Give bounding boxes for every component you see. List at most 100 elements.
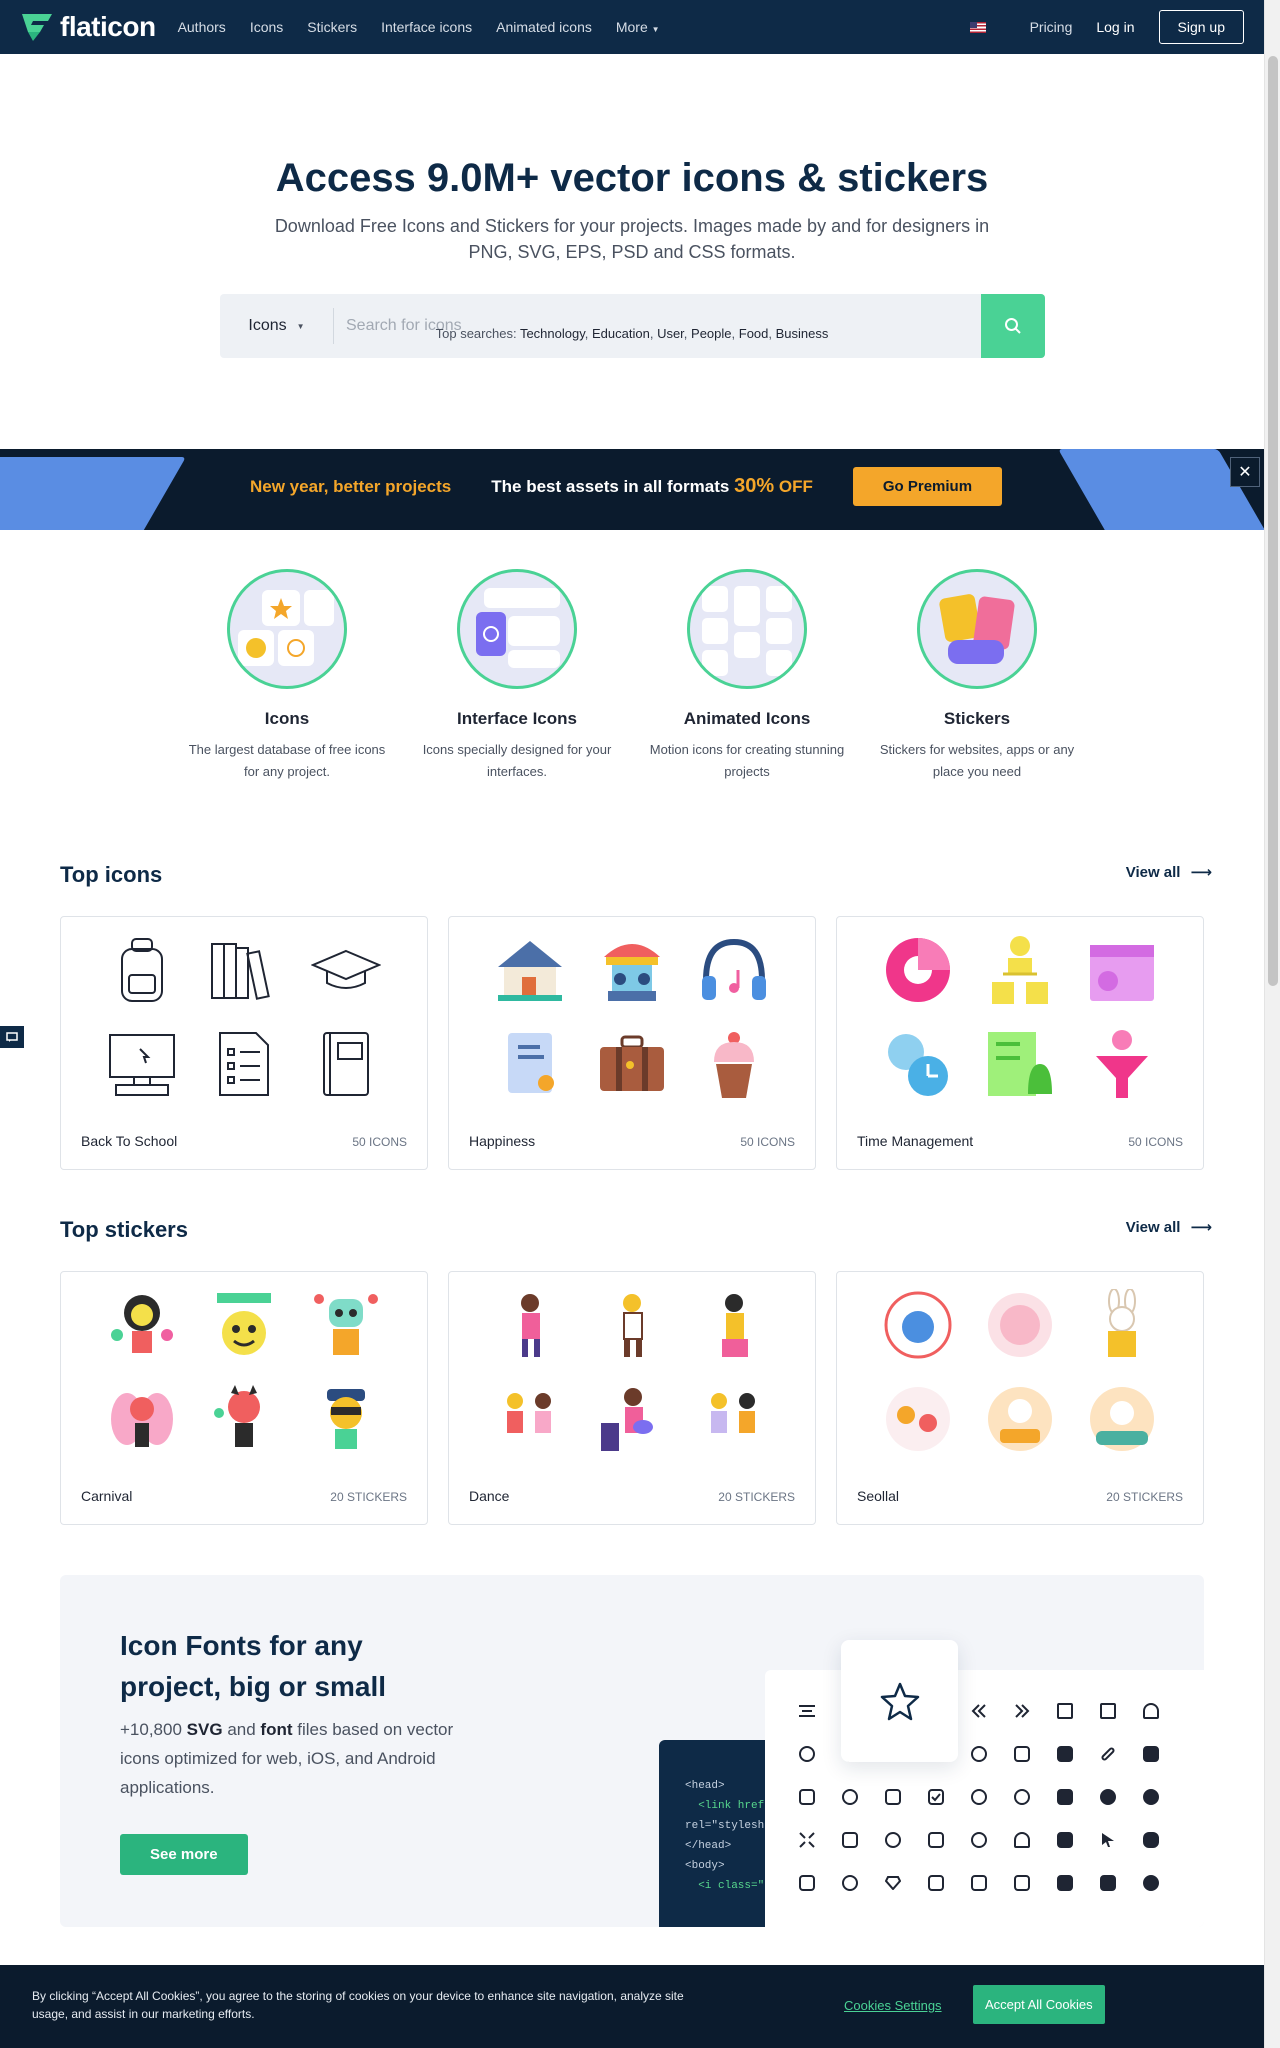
- korean-2023-sticker: [983, 1288, 1057, 1362]
- pack-count: 20 STICKERS: [718, 1490, 795, 1504]
- banner-percent: 30%: [734, 475, 775, 497]
- category-icons[interactable]: Icons The largest database of free icons…: [172, 569, 402, 783]
- devil-sticker: [207, 1382, 281, 1456]
- category-description: Stickers for websites, apps or any place…: [879, 742, 1075, 779]
- computer-icon: [828, 1829, 871, 1851]
- dice-icon: [914, 1872, 957, 1894]
- pack-count: 20 STICKERS: [1106, 1490, 1183, 1504]
- arrow-right-icon: ⟶: [1190, 1219, 1212, 1236]
- nav-pricing[interactable]: Pricing: [1030, 19, 1073, 35]
- diamond-icon: [871, 1872, 914, 1894]
- dancing-couple-sticker: [697, 1382, 771, 1456]
- go-premium-button[interactable]: Go Premium: [852, 467, 1003, 506]
- database-icon: [785, 1872, 828, 1894]
- scrollbar-thumb[interactable]: [1268, 56, 1278, 986]
- top-navbar: flaticon Authors Icons Stickers Interfac…: [0, 0, 1264, 54]
- category-title: Interface Icons: [457, 709, 577, 728]
- bunny-hanbok-sticker: [1085, 1288, 1159, 1362]
- feedback-tab[interactable]: [0, 1026, 24, 1048]
- calculator-icon: [871, 1786, 914, 1808]
- promo-banner: New year, better projects The best asset…: [0, 449, 1264, 530]
- computer-icon: [105, 1027, 179, 1101]
- and-label: and: [227, 1720, 256, 1739]
- task-bell-icon: [983, 1027, 1057, 1101]
- stickers-illustration: [917, 569, 1037, 689]
- view-all-label: View all: [1125, 863, 1181, 881]
- login-link[interactable]: Log in: [1096, 19, 1134, 35]
- notebook-icon: [309, 1027, 383, 1101]
- pack-count: 50 ICONS: [1128, 1135, 1183, 1149]
- signup-button[interactable]: Sign up: [1158, 10, 1244, 44]
- dancer-sticker: [493, 1288, 567, 1362]
- accept-all-cookies-button[interactable]: Accept All Cookies: [973, 1985, 1105, 2024]
- icon-fonts-count: +10,800: [120, 1720, 182, 1739]
- category-list: Icons The largest database of free icons…: [172, 569, 1092, 783]
- wheelchair-icon: [957, 1743, 1000, 1765]
- us-flag-icon[interactable]: [969, 21, 986, 33]
- flaticon-logo[interactable]: flaticon: [20, 11, 156, 43]
- icon-pack-card[interactable]: Back To School 50 ICONS: [60, 916, 428, 1170]
- robot-torch-sticker: [309, 1288, 383, 1362]
- icon-font-grid-panel: [765, 1670, 1204, 1927]
- hand-pointer-icon: [1129, 1829, 1172, 1851]
- top-search-link[interactable]: Business: [776, 326, 829, 341]
- document-icon: [1043, 1872, 1086, 1894]
- checkbox-icon: [914, 1786, 957, 1808]
- banner-off: OFF: [778, 477, 813, 496]
- pack-name: Carnival: [81, 1488, 133, 1504]
- cookie-settings-link[interactable]: Cookies Settings: [844, 1998, 942, 2013]
- credit-card-icon: [1129, 1743, 1172, 1765]
- carousel-icon: [595, 933, 669, 1007]
- pack-name: Seollal: [857, 1488, 900, 1504]
- angle-double-right-icon: [1000, 1700, 1043, 1722]
- sticker-pack-card[interactable]: Dance 20 STICKERS: [448, 1271, 816, 1525]
- arrow-right-icon: ⟶: [1190, 864, 1212, 881]
- nav-animated-icons[interactable]: Animated icons: [496, 19, 592, 35]
- nav-interface-icons[interactable]: Interface icons: [381, 19, 472, 35]
- see-more-button[interactable]: See more: [120, 1834, 248, 1875]
- icon-fonts-title: Icon Fonts for any project, big or small: [120, 1630, 387, 1702]
- copyright-icon: [957, 1829, 1000, 1851]
- feather-mask-sticker: [105, 1382, 179, 1456]
- pack-name: Happiness: [469, 1133, 536, 1149]
- icon-pack-card[interactable]: Time Management 50 ICONS: [836, 916, 1204, 1170]
- checklist-icon: [207, 1027, 281, 1101]
- nav-more[interactable]: More ▼: [616, 19, 660, 35]
- top-search-link[interactable]: Technology: [520, 326, 585, 341]
- category-title: Icons: [264, 709, 310, 728]
- sticker-pack-card[interactable]: Carnival 20 STICKERS: [60, 1271, 428, 1525]
- top-search-link[interactable]: User: [657, 326, 684, 341]
- top-search-link[interactable]: Education: [592, 326, 650, 341]
- cookie-message: By clicking “Accept All Cookies”, you ag…: [32, 1989, 684, 2021]
- eye-crossed-icon: [1129, 1786, 1172, 1808]
- nav-stickers[interactable]: Stickers: [307, 19, 357, 35]
- cursor-icon: [1086, 1829, 1129, 1851]
- category-stickers[interactable]: Stickers Stickers for websites, apps or …: [862, 569, 1092, 783]
- top-search-link[interactable]: People: [691, 326, 731, 341]
- top-search-link[interactable]: Food: [739, 326, 769, 341]
- briefcase-icon: [1043, 1743, 1086, 1765]
- user-robot-icon: [1129, 1700, 1172, 1722]
- category-interface-icons[interactable]: Interface Icons Icons specially designed…: [402, 569, 632, 783]
- nav-icons[interactable]: Icons: [250, 19, 283, 35]
- clock-icon: [1000, 1786, 1043, 1808]
- icon-pack-card[interactable]: Happiness 50 ICONS: [448, 916, 816, 1170]
- svg-label: SVG: [186, 1720, 223, 1739]
- category-animated-icons[interactable]: Animated Icons Motion icons for creating…: [632, 569, 862, 783]
- align-center-icon: [785, 1700, 828, 1722]
- close-icon[interactable]: ✕: [1230, 457, 1260, 487]
- receipt-icon: [785, 1786, 828, 1808]
- top-icons-view-all[interactable]: View all ⟶: [1125, 863, 1212, 882]
- nav-authors[interactable]: Authors: [178, 19, 226, 35]
- caret-down-icon: ▼: [651, 25, 660, 34]
- category-description: Motion icons for creating stunning proje…: [649, 742, 845, 779]
- top-stickers-view-all[interactable]: View all ⟶: [1126, 1218, 1212, 1237]
- page-scrollbar[interactable]: [1264, 0, 1280, 2048]
- hierarchy-icon: [983, 933, 1057, 1007]
- cookie-banner: By clicking “Accept All Cookies”, you ag…: [0, 1965, 1264, 2048]
- sticker-pack-card[interactable]: Seollal 20 STICKERS: [836, 1271, 1204, 1525]
- banner-offer: The best assets in all formats 30% OFF: [491, 475, 813, 498]
- font-label: font: [260, 1720, 293, 1739]
- police-mask-sticker: [309, 1382, 383, 1456]
- icons-category-illustration: [227, 569, 347, 689]
